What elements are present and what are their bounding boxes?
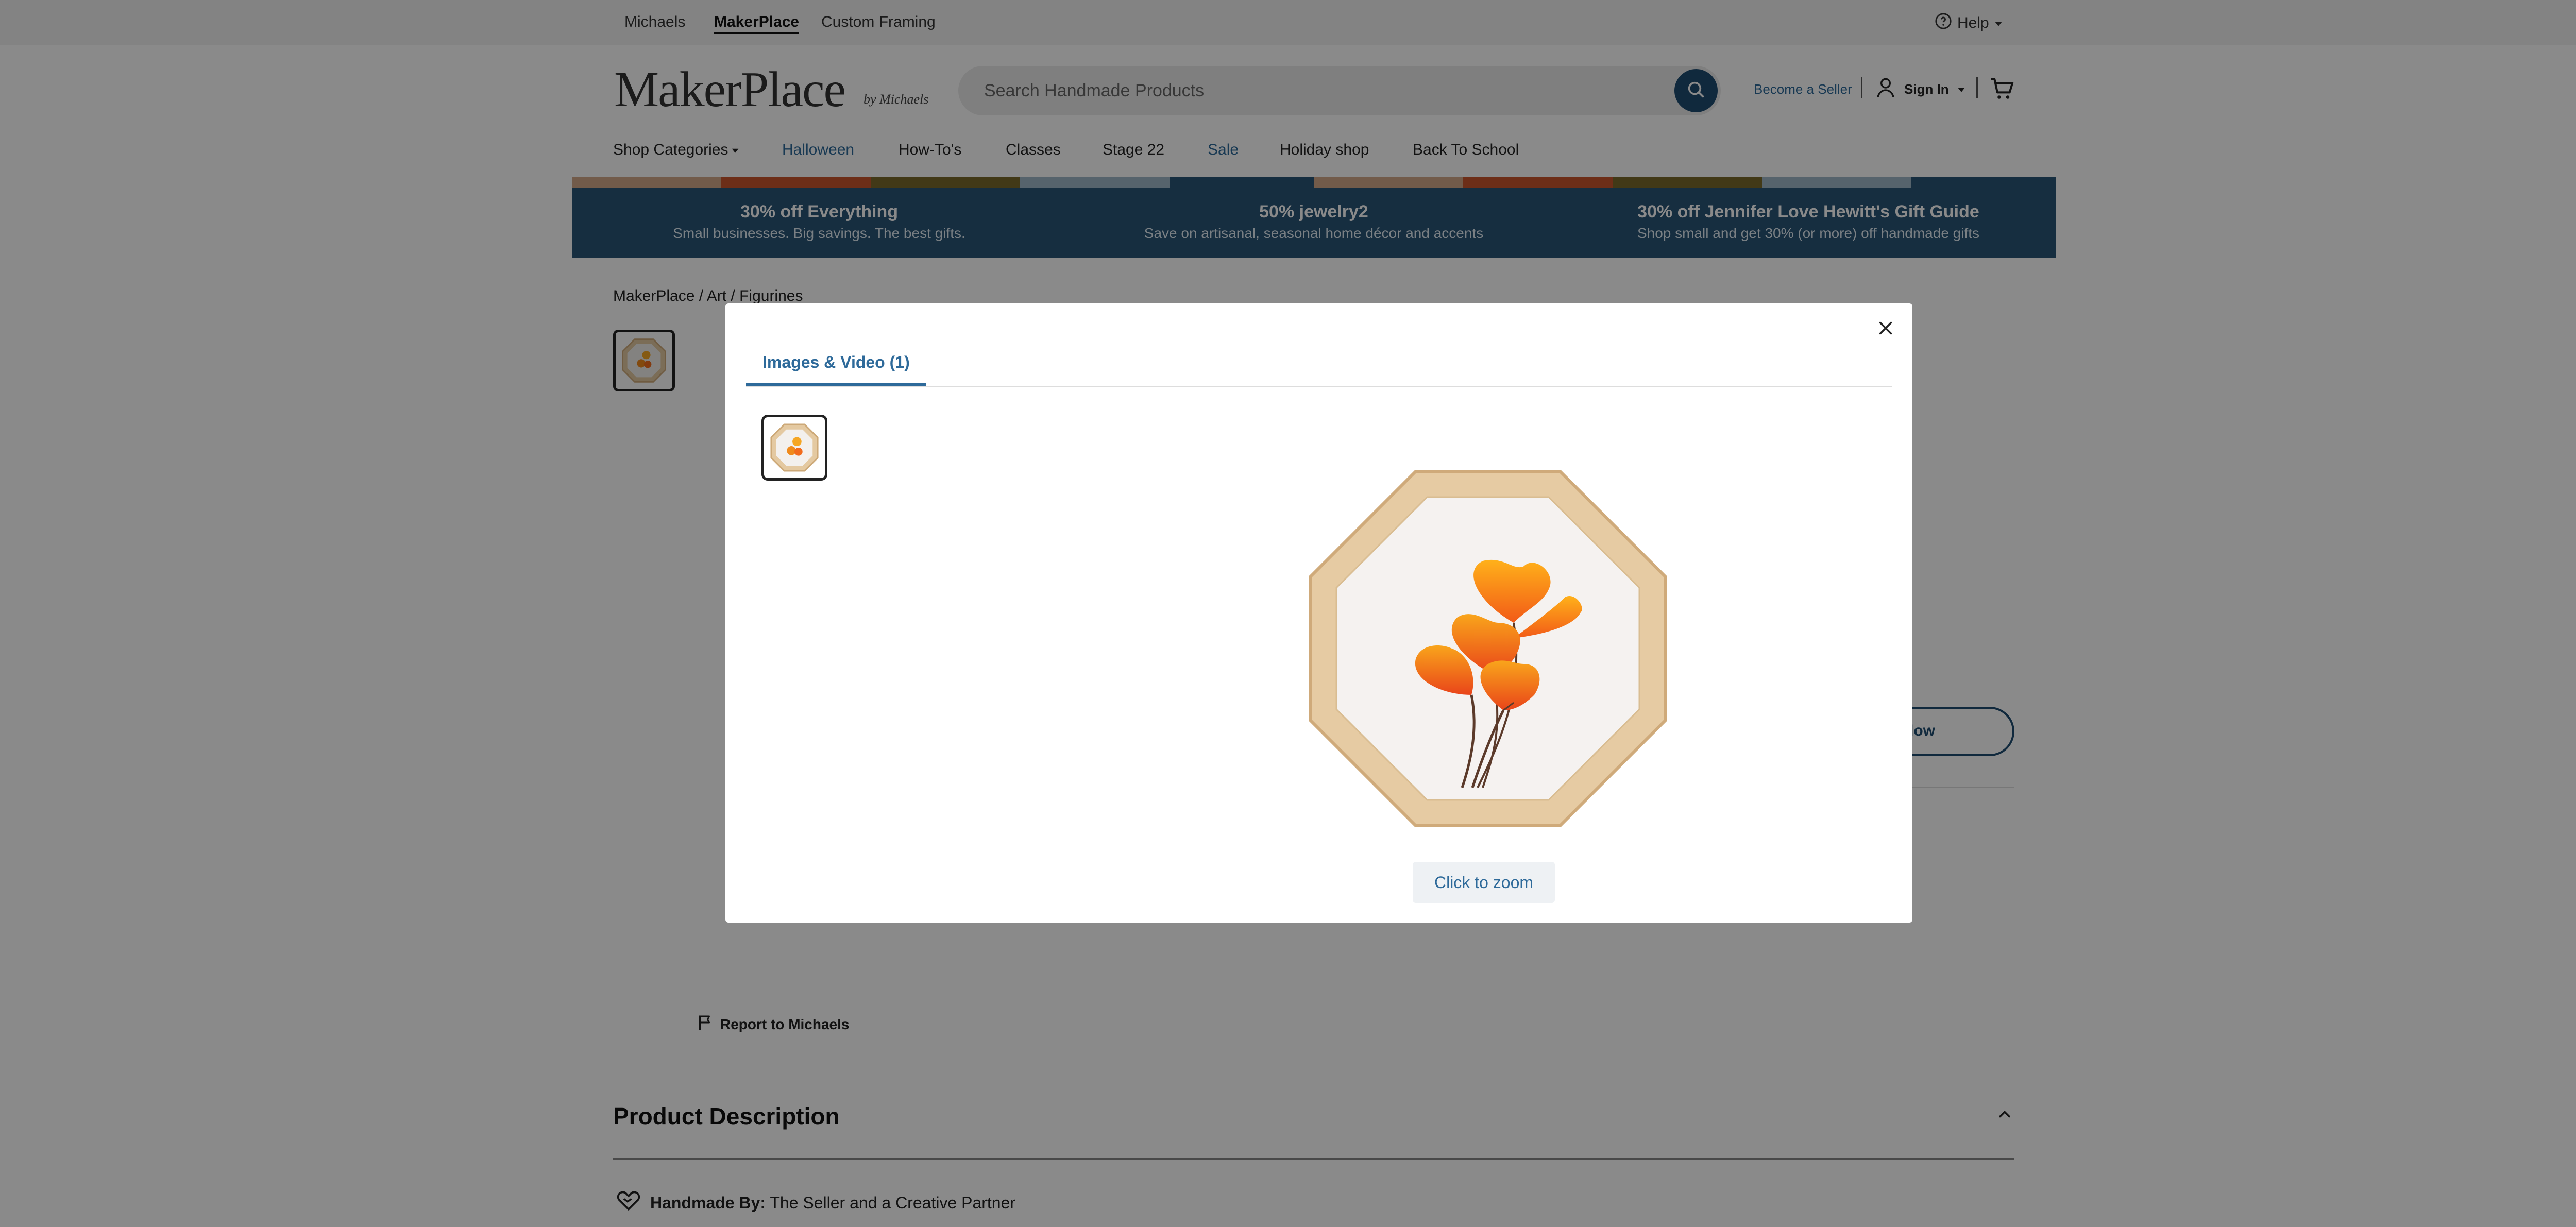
close-button[interactable] [1872, 316, 1899, 343]
ginkgo-frame-product-image[interactable] [1308, 468, 1668, 829]
image-gallery-modal: Images & Video (1) Click to zoom [725, 303, 1912, 923]
tab-divider [746, 386, 1892, 387]
tab-images-video[interactable]: Images & Video (1) [746, 353, 926, 386]
ginkgo-thumbnail-image [770, 423, 819, 472]
page: Michaels MakerPlace Custom Framing Help … [0, 0, 2576, 1227]
close-icon [1878, 320, 1893, 338]
click-to-zoom-button[interactable]: Click to zoom [1413, 862, 1555, 903]
gallery-thumbnail[interactable] [761, 415, 827, 481]
